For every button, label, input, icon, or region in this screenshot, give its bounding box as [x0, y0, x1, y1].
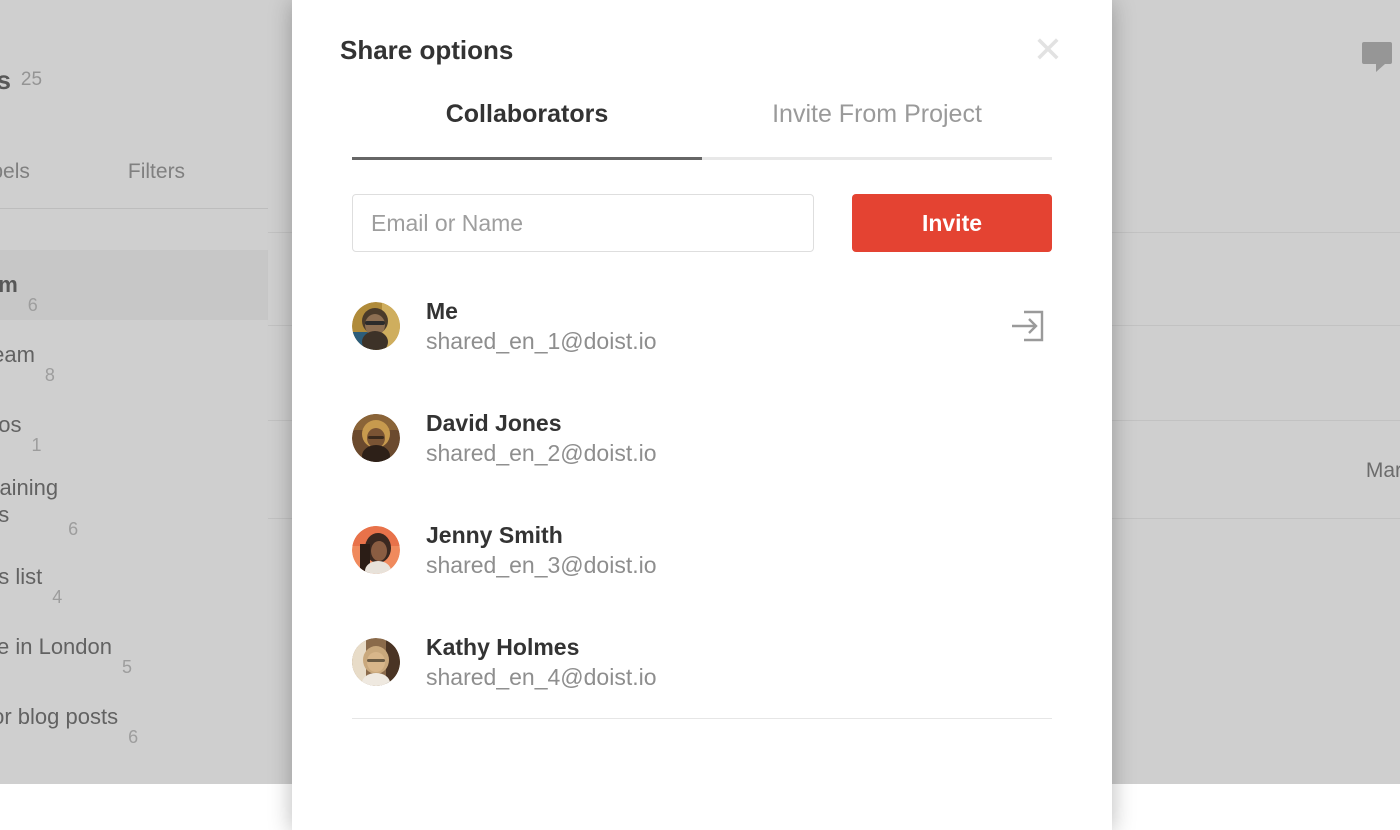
collaborator-email: shared_en_1@doist.io [426, 328, 657, 355]
invite-button[interactable]: Invite [852, 194, 1052, 252]
collaborator-list-divider [352, 718, 1052, 719]
avatar [352, 526, 400, 574]
collaborator-email: shared_en_3@doist.io [426, 552, 657, 579]
collaborator-info: Me shared_en_1@doist.io [426, 298, 657, 355]
invite-row: Invite [352, 194, 1052, 252]
collaborator-name: Jenny Smith [426, 522, 657, 549]
modal-header: Share options ✕ [292, 0, 1112, 100]
dialog-title: Share options [340, 35, 513, 66]
collaborator-info: David Jones shared_en_2@doist.io [426, 410, 657, 467]
leave-project-icon[interactable] [1006, 306, 1050, 346]
collaborator-info: Kathy Holmes shared_en_4@doist.io [426, 634, 657, 691]
collaborator-list: Me shared_en_1@doist.io [352, 270, 1052, 718]
collaborator-name: Me [426, 298, 657, 325]
modal-tab-bar: Collaborators Invite From Project [352, 100, 1052, 160]
tab-collaborators[interactable]: Collaborators [352, 100, 702, 160]
close-icon[interactable]: ✕ [1026, 28, 1070, 72]
collaborator-name: Kathy Holmes [426, 634, 657, 661]
collaborator-row[interactable]: Kathy Holmes shared_en_4@doist.io [352, 606, 1052, 718]
email-or-name-input[interactable] [352, 194, 814, 252]
collaborator-row[interactable]: Jenny Smith shared_en_3@doist.io [352, 494, 1052, 606]
collaborator-email: shared_en_4@doist.io [426, 664, 657, 691]
collaborator-info: Jenny Smith shared_en_3@doist.io [426, 522, 657, 579]
avatar [352, 638, 400, 686]
tab-invite-from-project[interactable]: Invite From Project [702, 100, 1052, 160]
collaborator-name: David Jones [426, 410, 657, 437]
collaborator-row[interactable]: Me shared_en_1@doist.io [352, 270, 1052, 382]
share-options-dialog: Share options ✕ Collaborators Invite Fro… [292, 0, 1112, 830]
tab-active-indicator [352, 157, 702, 160]
avatar [352, 414, 400, 462]
collaborator-email: shared_en_2@doist.io [426, 440, 657, 467]
collaborator-row[interactable]: David Jones shared_en_2@doist.io [352, 382, 1052, 494]
avatar [352, 302, 400, 350]
